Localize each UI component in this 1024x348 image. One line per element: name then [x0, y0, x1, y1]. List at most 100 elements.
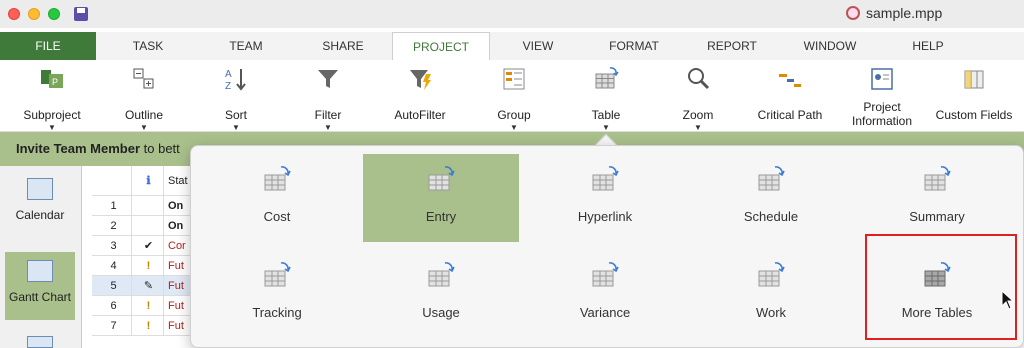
tab-format[interactable]: FORMAT	[586, 32, 682, 60]
table-option-work[interactable]: Work	[693, 250, 849, 338]
tab-file[interactable]: FILE	[0, 32, 96, 60]
critical-path-button[interactable]: Critical Path	[740, 60, 840, 132]
table-label: Table	[591, 108, 621, 122]
table-option-entry[interactable]: Entry	[363, 154, 519, 242]
invite-team-member-link[interactable]: Invite Team Member	[16, 141, 140, 156]
critical-path-label: Critical Path	[757, 108, 823, 122]
table-row[interactable]: 1 On	[92, 196, 202, 216]
sort-label: Sort	[224, 108, 247, 122]
indicator-cell	[134, 196, 164, 216]
sheet-header-row: ℹ Stat	[92, 166, 202, 196]
task-name-cell[interactable]: Fut	[168, 256, 184, 276]
view-gantt-chart-label: Gantt Chart	[8, 290, 72, 304]
table-option-hyperlink[interactable]: Hyperlink	[527, 154, 683, 242]
view-gantt-chart[interactable]: Gantt Chart	[5, 252, 75, 320]
task-name-cell[interactable]: On	[168, 196, 183, 216]
table-option-label: Summary	[909, 209, 965, 224]
magnifier-icon	[688, 68, 710, 90]
table-option-schedule[interactable]: Schedule	[693, 154, 849, 242]
table-option-summary[interactable]: Summary	[859, 154, 1015, 242]
table-icon	[924, 166, 951, 191]
table-option-tracking[interactable]: Tracking	[199, 250, 355, 338]
minimize-window-button[interactable]	[28, 8, 40, 20]
zoom-button[interactable]: Zoom ▼	[648, 60, 748, 132]
zoom-window-button[interactable]	[48, 8, 60, 20]
outline-button[interactable]: Outline ▼	[94, 60, 194, 132]
row-number[interactable]: 7	[96, 316, 132, 336]
group-button[interactable]: Group ▼	[464, 60, 564, 132]
task-name-cell[interactable]: On	[168, 216, 183, 236]
row-header-corner	[96, 166, 132, 196]
group-icon	[503, 68, 525, 90]
close-window-button[interactable]	[8, 8, 20, 20]
table-row[interactable]: 4! Fut	[92, 256, 202, 276]
tab-share[interactable]: SHARE	[296, 32, 390, 60]
task-name-cell[interactable]: Fut	[168, 296, 184, 316]
critical-path-icon	[779, 74, 801, 87]
row-number[interactable]: 3	[96, 236, 132, 256]
svg-text:A: A	[225, 69, 232, 80]
table-row[interactable]: 6! Fut	[92, 296, 202, 316]
table-button[interactable]: Table ▼	[556, 60, 656, 132]
gantt-chart-icon	[27, 260, 53, 282]
table-row[interactable]: 7! Fut	[92, 316, 202, 336]
filter-icon	[318, 70, 338, 88]
table-row[interactable]: 2 On	[92, 216, 202, 236]
warning-icon: !	[134, 316, 164, 336]
warning-icon: !	[134, 296, 164, 316]
row-number[interactable]: 1	[96, 196, 132, 216]
table-row[interactable]: 5 ✎ Fut	[92, 276, 202, 296]
table-option-label: Schedule	[743, 209, 799, 224]
outline-icon	[133, 68, 154, 89]
row-number[interactable]: 5	[96, 276, 132, 296]
svg-text:Z: Z	[225, 81, 231, 92]
ribbon-tabs: FILE TASK TEAM SHARE PROJECT VIEW FORMAT…	[0, 32, 1024, 62]
table-row[interactable]: 3 ✔ Cor	[92, 236, 202, 256]
tab-team[interactable]: TEAM	[200, 32, 292, 60]
table-option-cost[interactable]: Cost	[199, 154, 355, 242]
tab-help[interactable]: HELP	[882, 32, 974, 60]
subproject-label: Subproject	[23, 108, 81, 122]
table-option-usage[interactable]: Usage	[363, 250, 519, 338]
chevron-down-icon: ▼	[232, 123, 240, 132]
window-controls	[8, 8, 60, 20]
tab-project[interactable]: PROJECT	[392, 32, 490, 62]
tab-view[interactable]: VIEW	[494, 32, 582, 60]
table-option-label: Usage	[422, 305, 460, 320]
project-information-icon	[871, 68, 893, 90]
ribbon: P Subproject ▼ Outline ▼ A Z Sort ▼ Filt…	[0, 60, 1024, 132]
view-next[interactable]	[5, 336, 75, 348]
autofilter-button[interactable]: AutoFilter	[370, 60, 470, 132]
task-name-cell[interactable]: Fut	[168, 276, 184, 296]
view-calendar[interactable]: Calendar	[5, 170, 75, 240]
row-number[interactable]: 4	[96, 256, 132, 276]
task-name-cell[interactable]: Fut	[168, 316, 184, 336]
subproject-button[interactable]: P Subproject ▼	[2, 60, 102, 132]
tab-window[interactable]: WINDOW	[782, 32, 878, 60]
project-information-button[interactable]: Project Information	[832, 60, 932, 132]
row-number[interactable]: 6	[96, 296, 132, 316]
save-icon[interactable]	[74, 7, 88, 21]
view-bar: Calendar Gantt Chart	[0, 166, 82, 348]
custom-fields-button[interactable]: Custom Fields	[924, 60, 1024, 132]
table-option-label: Variance	[579, 305, 631, 320]
task-name-cell[interactable]: Cor	[168, 236, 186, 256]
filter-label: Filter	[314, 108, 342, 122]
table-option-variance[interactable]: Variance	[527, 250, 683, 338]
autofilter-icon	[410, 70, 431, 90]
sort-button[interactable]: A Z Sort ▼	[186, 60, 286, 132]
table-icon	[595, 67, 619, 89]
document-icon	[846, 6, 860, 20]
chevron-down-icon: ▼	[602, 123, 610, 132]
tab-report[interactable]: REPORT	[686, 32, 778, 60]
subproject-icon: P	[41, 70, 63, 88]
info-icon: ℹ	[134, 166, 164, 196]
tab-task[interactable]: TASK	[100, 32, 196, 60]
group-label: Group	[497, 108, 531, 122]
row-number[interactable]: 2	[96, 216, 132, 236]
table-icon	[758, 166, 785, 191]
status-column-header[interactable]: Stat	[168, 166, 188, 196]
filter-button[interactable]: Filter ▼	[278, 60, 378, 132]
chevron-down-icon: ▼	[324, 123, 332, 132]
mouse-cursor-icon	[1001, 290, 1015, 310]
